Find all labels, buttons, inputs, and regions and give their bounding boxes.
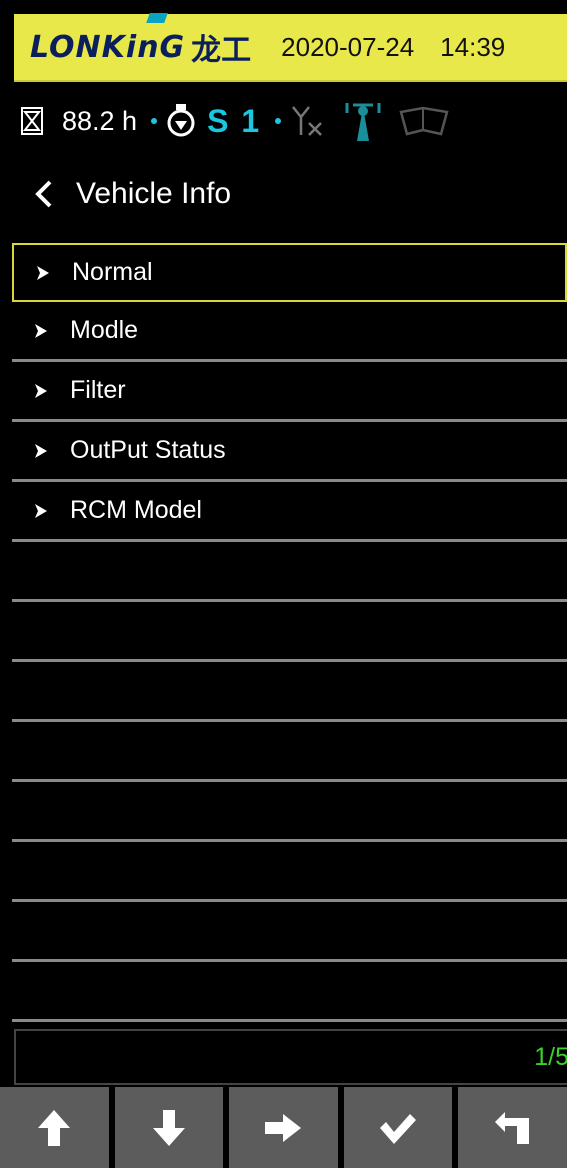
hourglass-icon	[21, 107, 43, 135]
menu-item[interactable]	[12, 902, 567, 962]
triangle-right-icon	[35, 443, 47, 458]
triangle-right-icon	[35, 383, 47, 398]
menu-list: Normal Modle Filter OutPut Status RCM Model	[12, 243, 567, 1022]
arrow-right-icon	[265, 1113, 302, 1142]
menu-item[interactable]	[12, 782, 567, 842]
gear-indicator: S 1	[207, 102, 262, 139]
page-header: Vehicle Info	[14, 164, 567, 224]
menu-item-label: Normal	[72, 258, 153, 286]
logo-accent-mark	[146, 13, 168, 23]
enter-button[interactable]	[229, 1087, 338, 1168]
return-button[interactable]	[458, 1087, 567, 1168]
return-icon	[494, 1111, 529, 1144]
indicator-dot	[275, 118, 282, 124]
menu-item[interactable]: RCM Model	[12, 482, 567, 542]
page-indicator: 1/5	[534, 1043, 567, 1071]
time-display: 14:39	[440, 31, 506, 62]
triangle-right-icon	[35, 323, 47, 338]
back-chevron-icon[interactable]	[32, 178, 56, 210]
menu-item[interactable]	[12, 542, 567, 602]
menu-item[interactable]: Filter	[12, 362, 567, 422]
down-button[interactable]	[114, 1087, 224, 1168]
indicator-dot	[151, 118, 158, 124]
softkey-bar	[0, 1087, 567, 1168]
status-bar: 88.2 h S 1	[14, 88, 567, 154]
menu-item[interactable]	[12, 722, 567, 782]
date-display: 2020-07-24	[281, 31, 415, 62]
arrow-down-icon	[152, 1109, 185, 1146]
check-icon	[380, 1113, 417, 1144]
manual-book-icon	[399, 106, 449, 136]
menu-item[interactable]	[12, 842, 567, 902]
confirm-button[interactable]	[343, 1087, 453, 1168]
menu-item-label: Filter	[70, 376, 126, 404]
menu-item-label: RCM Model	[70, 496, 202, 524]
menu-item-label: Modle	[70, 316, 139, 344]
brand-logo: LONKinG 龙工	[30, 13, 252, 69]
header-bar: LONKinG 龙工 2020-07-24 14:39	[14, 13, 567, 82]
menu-item[interactable]: Modle	[12, 302, 567, 362]
menu-item[interactable]	[12, 962, 567, 1022]
menu-item[interactable]	[12, 662, 567, 722]
brand-name: LONKinG	[30, 29, 186, 65]
no-signal-antenna-icon	[292, 106, 322, 136]
brand-name-cn: 龙工	[191, 33, 252, 68]
menu-item-label: OutPut Status	[70, 436, 226, 464]
page-title: Vehicle Info	[76, 177, 232, 210]
engine-gear-icon	[167, 104, 195, 137]
pager-bar: 1/5	[14, 1029, 567, 1085]
hour-meter: 88.2 h	[62, 105, 138, 136]
menu-item[interactable]	[12, 602, 567, 662]
triangle-right-icon	[37, 265, 49, 280]
arrow-up-icon	[38, 1109, 71, 1146]
menu-item[interactable]: OutPut Status	[12, 422, 567, 482]
up-button[interactable]	[0, 1087, 109, 1168]
menu-item[interactable]: Normal	[12, 243, 567, 302]
signal-tower-icon	[345, 103, 381, 141]
triangle-right-icon	[35, 503, 47, 518]
